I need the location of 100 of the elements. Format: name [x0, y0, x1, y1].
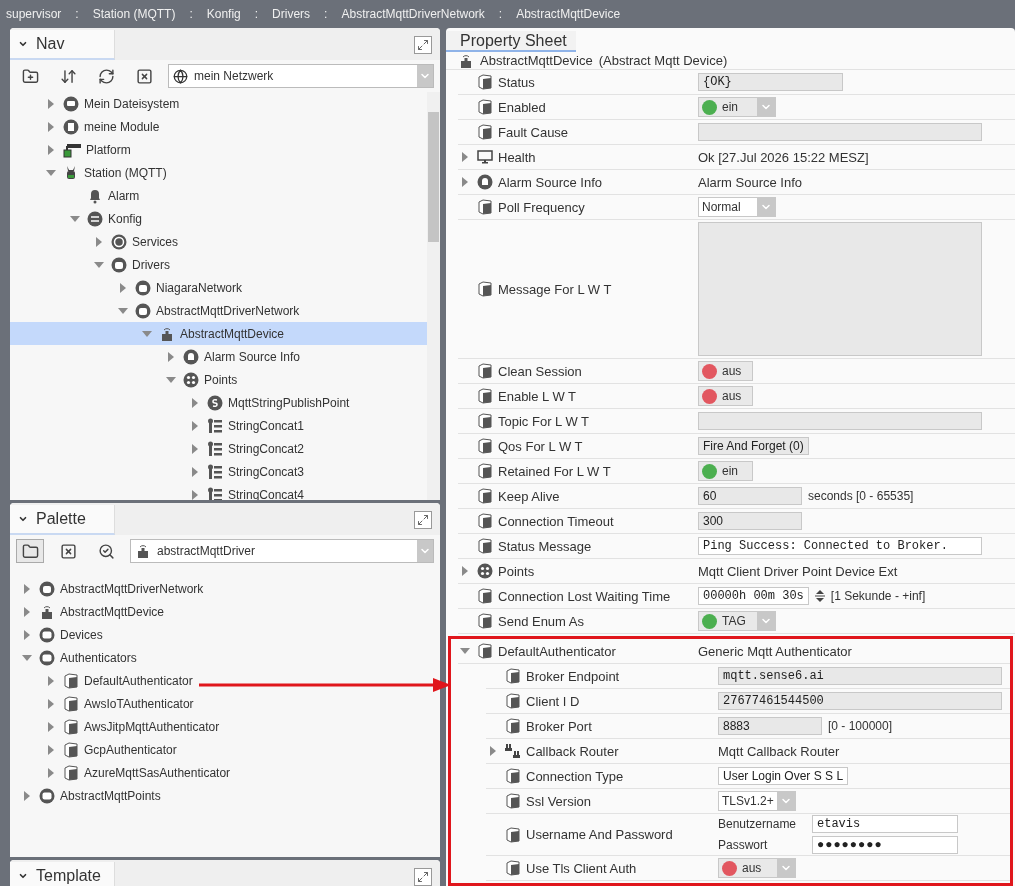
tree-item-label[interactable]: AzureMqttSasAuthenticator	[84, 765, 231, 780]
caret-icon[interactable]	[18, 514, 28, 524]
collapse-arrow[interactable]	[22, 652, 32, 663]
tree-item[interactable]: Alarm Source Info	[10, 345, 427, 368]
expand-arrow[interactable]	[94, 236, 104, 247]
text-field[interactable]: Ping Success: Connected to Broker.	[698, 537, 982, 555]
collapse-arrow[interactable]	[70, 213, 80, 224]
tree-item-label[interactable]: Points	[204, 372, 238, 387]
breadcrumb-item[interactable]: Station (MQTT)	[92, 7, 176, 21]
tree-item-label[interactable]: AbstractMqttPoints	[60, 788, 161, 803]
expand-arrow[interactable]	[190, 489, 200, 500]
select-field[interactable]: aus	[718, 858, 796, 878]
spinner-icon[interactable]	[814, 589, 825, 603]
expand-arrow[interactable]	[190, 466, 200, 477]
expand-arrow[interactable]	[460, 177, 470, 187]
tree-item-label[interactable]: Drivers	[132, 257, 170, 272]
collapse-arrow[interactable]	[94, 259, 104, 270]
tree-item[interactable]: MqttStringPublishPoint	[10, 391, 427, 414]
collapse-arrow[interactable]	[118, 305, 128, 316]
expand-arrow[interactable]	[46, 721, 56, 732]
collapse-arrow[interactable]	[142, 328, 152, 339]
expand-arrow[interactable]	[22, 629, 32, 640]
tree-item[interactable]: AbstractMqttDevice	[10, 322, 427, 345]
tree-item-label[interactable]: Konfig	[108, 211, 143, 226]
tree-item-label[interactable]: meine Module	[84, 119, 160, 134]
tree-item-label[interactable]: MqttStringPublishPoint	[228, 395, 350, 410]
number-field[interactable]: 8883	[718, 717, 822, 735]
duration-field[interactable]: 00000h 00m 30s	[698, 587, 809, 605]
tree-item-label[interactable]: Platform	[86, 142, 131, 157]
select-field[interactable]: TLSv1.2+	[718, 791, 796, 811]
tree-item[interactable]: StringConcat3	[10, 460, 427, 483]
tree-item-label[interactable]: NiagaraNetwork	[156, 280, 243, 295]
toggle-field[interactable]: aus	[698, 386, 753, 406]
toggle-field[interactable]: ein	[698, 461, 753, 481]
expand-arrow[interactable]	[46, 744, 56, 755]
expand-arrow[interactable]	[460, 566, 470, 576]
tree-item-label[interactable]: StringConcat1	[228, 418, 305, 433]
text-field[interactable]	[698, 123, 982, 141]
expand-arrow[interactable]	[190, 443, 200, 454]
enum-field[interactable]: User Login Over S S L	[718, 767, 849, 785]
expand-arrow[interactable]	[118, 282, 128, 293]
tree-item-label[interactable]: AbstractMqttDriverNetwork	[60, 581, 204, 596]
tree-item-label[interactable]: GcpAuthenticator	[84, 742, 177, 757]
tree-item-label[interactable]: Alarm Source Info	[204, 349, 301, 364]
select-field[interactable]: ein	[698, 97, 776, 117]
tree-item-label[interactable]: AbstractMqttDevice	[60, 604, 165, 619]
expand-arrow[interactable]	[190, 397, 200, 408]
breadcrumb-item[interactable]: Drivers	[272, 7, 311, 21]
number-field[interactable]: 60	[698, 487, 802, 505]
collapse-arrow[interactable]	[46, 167, 56, 178]
expand-arrow[interactable]	[190, 420, 200, 431]
tree-item-label[interactable]: Mein Dateisystem	[84, 96, 180, 111]
breadcrumb-item[interactable]: Konfig	[206, 7, 241, 21]
tree-item[interactable]: Points	[10, 368, 427, 391]
tree-item-label[interactable]: Services	[132, 234, 178, 249]
toolbar-button[interactable]	[16, 539, 44, 563]
expand-arrow[interactable]	[488, 746, 498, 756]
scrollbar[interactable]	[427, 92, 440, 500]
expand-arrow[interactable]	[22, 583, 32, 594]
expand-arrow[interactable]	[166, 351, 176, 362]
expand-arrow[interactable]	[46, 98, 56, 109]
expand-arrow[interactable]	[46, 144, 56, 155]
expand-arrow[interactable]	[460, 152, 470, 162]
expand-arrow[interactable]	[46, 698, 56, 709]
tree-item-label[interactable]: Station (MQTT)	[84, 165, 167, 180]
tree-item-label[interactable]: AbstractMqttDriverNetwork	[156, 303, 300, 318]
expand-arrow[interactable]	[22, 606, 32, 617]
expand-arrow[interactable]	[46, 121, 56, 132]
tree-item-label[interactable]: AbstractMqttDevice	[180, 326, 285, 341]
text-field[interactable]: 27677461544500	[718, 692, 1002, 710]
toggle-field[interactable]: aus	[698, 361, 753, 381]
caret-icon[interactable]	[18, 39, 28, 49]
tree-item-label[interactable]: StringConcat3	[228, 464, 305, 479]
dropdown[interactable]: mein Netzwerk	[168, 64, 434, 88]
enum-field[interactable]: Fire And Forget (0)	[698, 437, 809, 455]
tree-item-label[interactable]: Authenticators	[60, 650, 137, 665]
number-field[interactable]: 300	[698, 512, 802, 530]
select-field[interactable]: TAG	[698, 611, 776, 631]
select-field[interactable]: Normal	[698, 197, 776, 217]
breadcrumb-item[interactable]: supervisor	[6, 7, 62, 21]
breadcrumb-item[interactable]: AbstractMqttDevice	[516, 7, 621, 21]
text-field[interactable]: mqtt.sense6.ai	[718, 667, 1002, 685]
expand-arrow[interactable]	[46, 767, 56, 778]
tree-item-label[interactable]: AwsIoTAuthenticator	[84, 696, 194, 711]
expand-arrow[interactable]	[22, 790, 32, 801]
tree-item-label[interactable]: Devices	[60, 627, 103, 642]
collapse-arrow[interactable]	[166, 374, 176, 385]
password-field[interactable]: ●●●●●●●●	[812, 836, 958, 854]
tree-item-label[interactable]: StringConcat2	[228, 441, 305, 456]
tree-item[interactable]: StringConcat1	[10, 414, 427, 437]
tree-item-label[interactable]: AwsJitpMqttAuthenticator	[84, 719, 220, 734]
text-field[interactable]	[698, 412, 982, 430]
tree-item[interactable]: StringConcat2	[10, 437, 427, 460]
tree-item-label[interactable]: DefaultAuthenticator	[84, 673, 193, 688]
caret-icon[interactable]	[18, 871, 28, 881]
expand-arrow[interactable]	[46, 675, 56, 686]
text-field[interactable]: etavis	[812, 815, 958, 833]
property-sheet-tab[interactable]: Property Sheet	[446, 31, 576, 53]
tree-item-label[interactable]: Alarm	[108, 188, 140, 203]
collapse-arrow[interactable]	[460, 646, 470, 656]
